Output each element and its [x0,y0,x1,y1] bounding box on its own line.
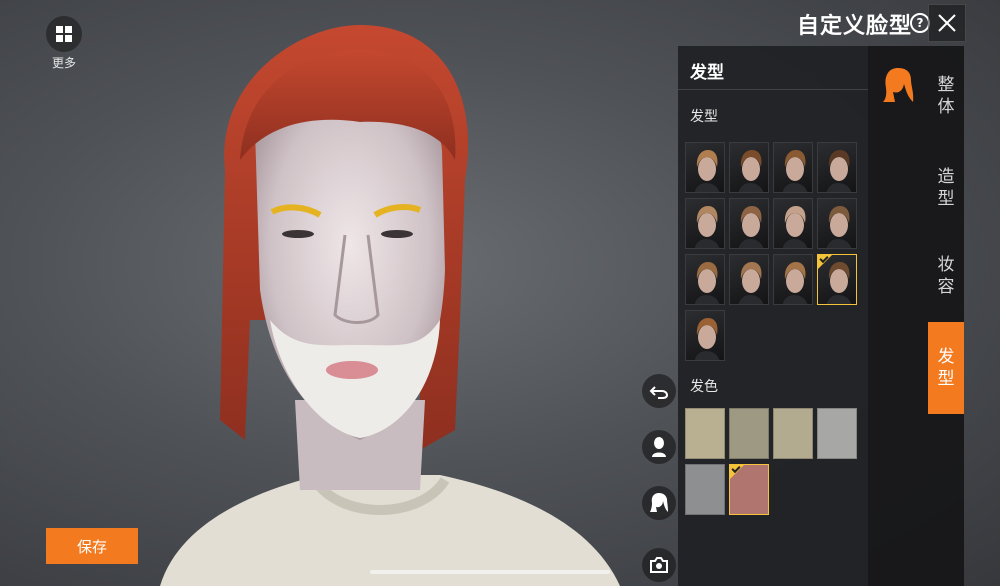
face-focus-button[interactable] [642,430,676,464]
close-icon [938,14,956,32]
hairstyle-option[interactable] [729,254,769,305]
hair-category-icon[interactable] [881,66,915,104]
help-icon[interactable]: ? [910,13,930,33]
hairstyle-thumbnail [782,150,808,192]
hair-color-swatch[interactable] [729,464,769,515]
hair-color-swatch[interactable] [729,408,769,459]
hairstyle-option[interactable] [729,142,769,193]
home-indicator [370,570,610,574]
tab-shape-char-1: 造 [937,167,955,187]
hairstyle-thumbnail [694,150,720,192]
undo-icon [649,386,669,399]
hairstyle-option[interactable] [685,198,725,249]
tab-makeup-char-1: 妆 [937,255,955,275]
page-title: 自定义脸型 [796,14,912,39]
hair-color-swatch[interactable] [685,464,725,515]
hair-focus-icon [650,493,668,512]
category-icon-column [868,46,928,586]
tab-makeup-char-2: 容 [937,277,955,297]
hairstyle-thumbnail [694,206,720,248]
hair-color-swatch[interactable] [773,408,813,459]
haircolor-section-label: 发色 [690,379,718,395]
hairstyle-option[interactable] [817,254,857,305]
save-button[interactable]: 保存 [46,528,138,564]
hairstyle-thumbnail [738,150,764,192]
tab-overall[interactable]: 整 体 [928,66,964,126]
hair-color-swatch[interactable] [817,408,857,459]
close-button[interactable] [928,4,966,42]
undo-button[interactable] [642,374,676,408]
hairstyle-thumbnail [826,206,852,248]
right-eye [381,230,413,238]
hairstyle-thumbnail [694,318,720,360]
camera-icon [650,557,668,573]
lips [326,361,378,379]
hairstyle-section-label: 发型 [690,109,718,125]
grid-icon [56,26,72,42]
hair-color-swatch[interactable] [685,408,725,459]
face-focus-icon [652,437,666,457]
tab-overall-char-2: 体 [937,97,955,117]
camera-button[interactable] [642,548,676,582]
hairstyle-option[interactable] [685,254,725,305]
hairstyle-option[interactable] [817,142,857,193]
hairstyle-thumbnail [694,262,720,304]
tab-hairstyle-char-2: 型 [937,369,955,389]
hairstyle-option[interactable] [773,198,813,249]
left-eye [282,230,314,238]
tab-hairstyle[interactable]: 发 型 [928,322,964,414]
hairstyle-option[interactable] [685,142,725,193]
hairstyle-thumbnail [826,150,852,192]
category-tabs: 整 体 造 型 妆 容 发 型 [928,46,964,586]
hairstyle-panel: 发型 发型 发色 [678,46,868,586]
hairstyle-option[interactable] [685,310,725,361]
selected-check-icon [818,255,832,269]
panel-title: 发型 [678,46,868,90]
more-circle [46,16,82,52]
hairstyle-thumbnail [738,206,764,248]
hairstyle-thumbnail [738,262,764,304]
hairstyle-option[interactable] [817,198,857,249]
tab-shape[interactable]: 造 型 [928,158,964,218]
tab-makeup[interactable]: 妆 容 [928,246,964,306]
tab-overall-char-1: 整 [937,75,955,95]
hairstyle-option[interactable] [729,198,769,249]
hairstyle-thumbnail [782,262,808,304]
more-button[interactable]: 更多 [44,16,84,76]
tab-hairstyle-char-1: 发 [937,347,955,367]
more-label: 更多 [51,56,76,70]
hair-focus-button[interactable] [642,486,676,520]
tab-shape-char-2: 型 [937,189,955,209]
hairstyle-option[interactable] [773,142,813,193]
hairstyle-option[interactable] [773,254,813,305]
avatar-preview [160,25,620,586]
selected-check-icon [730,465,744,479]
hairstyle-thumbnail [782,206,808,248]
